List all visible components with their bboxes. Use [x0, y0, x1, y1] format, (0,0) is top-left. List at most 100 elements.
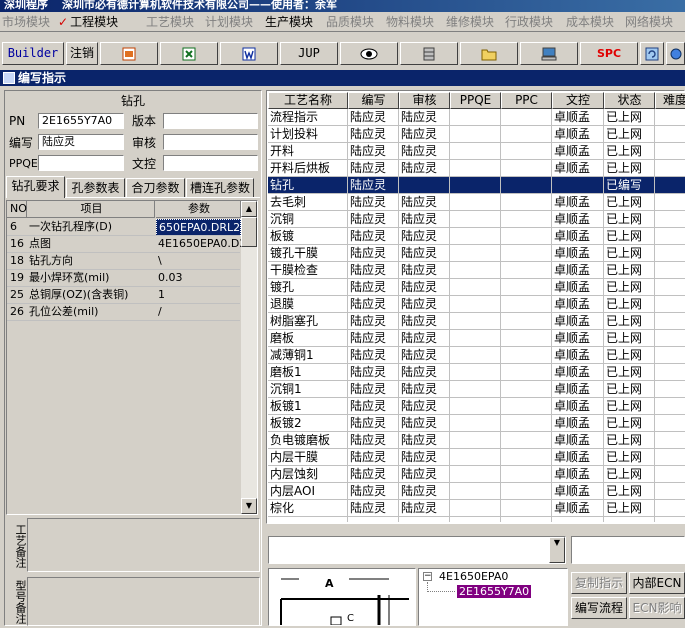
ecn-combo[interactable]	[571, 536, 685, 564]
tree-collapse-icon[interactable]: −	[423, 572, 432, 581]
table-row[interactable]: 开料 陆应灵 陆应灵 卓顺孟 已上网	[268, 143, 685, 160]
param-scrollbar[interactable]: ▲ ▼	[241, 201, 257, 514]
table-row[interactable]: 棕化 陆应灵 陆应灵 卓顺孟 已上网	[268, 500, 685, 517]
tab-3[interactable]: 槽连孔参数	[186, 178, 254, 198]
table-row[interactable]: 计划投料 陆应灵 陆应灵 卓顺孟 已上网	[268, 126, 685, 143]
module-0[interactable]: 市场模块	[2, 14, 50, 30]
module-5[interactable]: 品质模块	[326, 14, 374, 30]
module-10[interactable]: 网络模块	[625, 14, 673, 30]
model-remark-box[interactable]	[27, 577, 260, 626]
param-cell-item: 最小焊环宽(mil)	[29, 271, 110, 284]
table-cell-name: 棕化	[270, 501, 295, 515]
tab-1[interactable]: 孔参数表	[66, 178, 125, 198]
table-header-0[interactable]: 工艺名称	[268, 92, 348, 109]
reviewer-field[interactable]	[163, 134, 258, 150]
eye-icon	[360, 48, 378, 59]
table-header-2[interactable]: 审核	[399, 92, 450, 109]
process-remark-box[interactable]	[27, 518, 260, 572]
table-header-7[interactable]: 难度	[655, 92, 685, 109]
table-row[interactable]: 干膜检查 陆应灵 陆应灵 卓顺孟 已上网	[268, 262, 685, 279]
folder-button[interactable]	[460, 42, 518, 65]
web-button[interactable]	[666, 42, 685, 65]
param-row[interactable]: 19 最小焊环宽(mil) 0.03	[7, 270, 240, 287]
table-row[interactable]: 镀孔干膜 陆应灵 陆应灵 卓顺孟 已上网	[268, 245, 685, 262]
table-row[interactable]: 树脂塞孔 陆应灵 陆应灵 卓顺孟 已上网	[268, 313, 685, 330]
param-row[interactable]: 26 孔位公差(mil) /	[7, 304, 240, 321]
process-table: 工艺名称 编写 审核 PPQE PPC 文控 状态 难度 流程指示 陆应灵 陆应灵 卓顺孟 已上网 计划投…	[268, 92, 685, 522]
param-row[interactable]: 6 一次钻孔程序(D) 650EPA0.DRL2-3	[7, 219, 241, 236]
table-row[interactable]: 退膜 陆应灵 陆应灵 卓顺孟 已上网	[268, 296, 685, 313]
module-6[interactable]: 物料模块	[386, 14, 434, 30]
table-row[interactable]: 减薄铜1 陆应灵 陆应灵 卓顺孟 已上网	[268, 347, 685, 364]
module-1[interactable]: ✓ 工程模块	[58, 14, 118, 30]
table-cell-ppc	[501, 194, 552, 211]
version-field[interactable]	[163, 113, 258, 129]
param-header-1[interactable]: 项目	[27, 201, 155, 218]
spc-button[interactable]: SPC	[580, 42, 638, 65]
refresh-button[interactable]	[640, 42, 664, 65]
table-row[interactable]: 沉铜1 陆应灵 陆应灵 卓顺孟 已上网	[268, 381, 685, 398]
tab-2[interactable]: 合刀参数	[126, 178, 185, 198]
tree-child-node[interactable]: 2E1655Y7A0	[457, 585, 532, 598]
scroll-down-icon[interactable]: ▼	[241, 498, 257, 514]
table-row[interactable]: 内层AOI 陆应灵 陆应灵 卓顺孟 已上网	[268, 483, 685, 500]
tree-root-node[interactable]: 4E1650EPA0	[439, 570, 508, 584]
table-row[interactable]: 内层蚀刻 陆应灵 陆应灵 卓顺孟 已上网	[268, 466, 685, 483]
module-4[interactable]: 生产模块	[265, 14, 313, 30]
module-2[interactable]: 工艺模块	[146, 14, 194, 30]
write-flow-button[interactable]: 编写流程	[571, 597, 627, 619]
table-cell-writer: 陆应灵	[350, 433, 387, 447]
scroll-up-icon[interactable]: ▲	[241, 201, 257, 217]
param-header-0[interactable]: NO	[7, 201, 27, 218]
doc-control-field[interactable]	[163, 155, 258, 171]
builder-button[interactable]: Builder	[2, 42, 64, 65]
jup-button[interactable]: JUP	[280, 42, 338, 65]
table-header-1[interactable]: 编写	[348, 92, 399, 109]
param-row[interactable]: 16 点图 4E1650EPA0.D2-	[7, 236, 241, 253]
scroll-thumb[interactable]	[241, 217, 257, 247]
param-grid: NO项目参数 6 一次钻孔程序(D) 650EPA0.DRL2-3 16 点图 4E1650…	[6, 200, 258, 515]
table-row[interactable]: 板镀2 陆应灵 陆应灵 卓顺孟 已上网	[268, 415, 685, 432]
table-row[interactable]: 去毛刺 陆应灵 陆应灵 卓顺孟 已上网	[268, 194, 685, 211]
word-button[interactable]	[220, 42, 278, 65]
computer-button[interactable]	[520, 42, 578, 65]
table-column-line	[398, 109, 399, 522]
module-7[interactable]: 维修模块	[446, 14, 494, 30]
module-9[interactable]: 成本模块	[566, 14, 614, 30]
param-cell-item: 孔位公差(mil)	[29, 305, 99, 318]
table-row[interactable]: 开料后烘板 陆应灵 陆应灵 卓顺孟 已上网	[268, 160, 685, 177]
param-row[interactable]: 18 钻孔方向 \	[7, 253, 240, 270]
param-header-2[interactable]: 参数	[156, 201, 241, 218]
pn-field[interactable]: 2E1655Y7A0	[38, 113, 124, 129]
chevron-down-icon[interactable]: ▼	[549, 537, 565, 563]
table-row[interactable]: 磨板1 陆应灵 陆应灵 卓顺孟 已上网	[268, 364, 685, 381]
table-header-6[interactable]: 状态	[604, 92, 655, 109]
param-row[interactable]: 25 总铜厚(OZ)(含表铜) 1	[7, 287, 240, 304]
table-row[interactable]: 内层干膜 陆应灵 陆应灵 卓顺孟 已上网	[268, 449, 685, 466]
database-button[interactable]	[400, 42, 458, 65]
table-row[interactable]: 板镀 陆应灵 陆应灵 卓顺孟 已上网	[268, 228, 685, 245]
table-header-4[interactable]: PPC	[501, 92, 552, 109]
table-row[interactable]: 流程指示 陆应灵 陆应灵 卓顺孟 已上网	[268, 109, 685, 126]
excel-button[interactable]	[160, 42, 218, 65]
table-row[interactable]: 磨板 陆应灵 陆应灵 卓顺孟 已上网	[268, 330, 685, 347]
logout-button[interactable]: 注销	[66, 42, 98, 65]
tab-0[interactable]: 钻孔要求	[6, 176, 65, 198]
internal-ecn-button[interactable]: 内部ECN	[629, 572, 685, 594]
view-button[interactable]	[340, 42, 398, 65]
note-combo[interactable]: ▼	[268, 536, 566, 564]
table-row[interactable]: 负电镀磨板 陆应灵 陆应灵 卓顺孟 已上网	[268, 432, 685, 449]
powerpoint-button[interactable]	[100, 42, 158, 65]
table-row[interactable]: 板镀1 陆应灵 陆应灵 卓顺孟 已上网	[268, 398, 685, 415]
ppqe-field[interactable]	[38, 155, 124, 171]
ecn-impact-button[interactable]: ECN影响	[629, 597, 685, 619]
table-row[interactable]: 钻孔 陆应灵 已编写	[268, 177, 685, 194]
copy-instruction-button[interactable]: 复制指示	[571, 572, 627, 594]
table-header-5[interactable]: 文控	[552, 92, 604, 109]
table-header-3[interactable]: PPQE	[450, 92, 501, 109]
module-8[interactable]: 行政模块	[505, 14, 553, 30]
module-3[interactable]: 计划模块	[205, 14, 253, 30]
writer-field[interactable]: 陆应灵	[38, 134, 124, 150]
table-row[interactable]: 沉铜 陆应灵 陆应灵 卓顺孟 已上网	[268, 211, 685, 228]
table-row[interactable]: 镀孔 陆应灵 陆应灵 卓顺孟 已上网	[268, 279, 685, 296]
